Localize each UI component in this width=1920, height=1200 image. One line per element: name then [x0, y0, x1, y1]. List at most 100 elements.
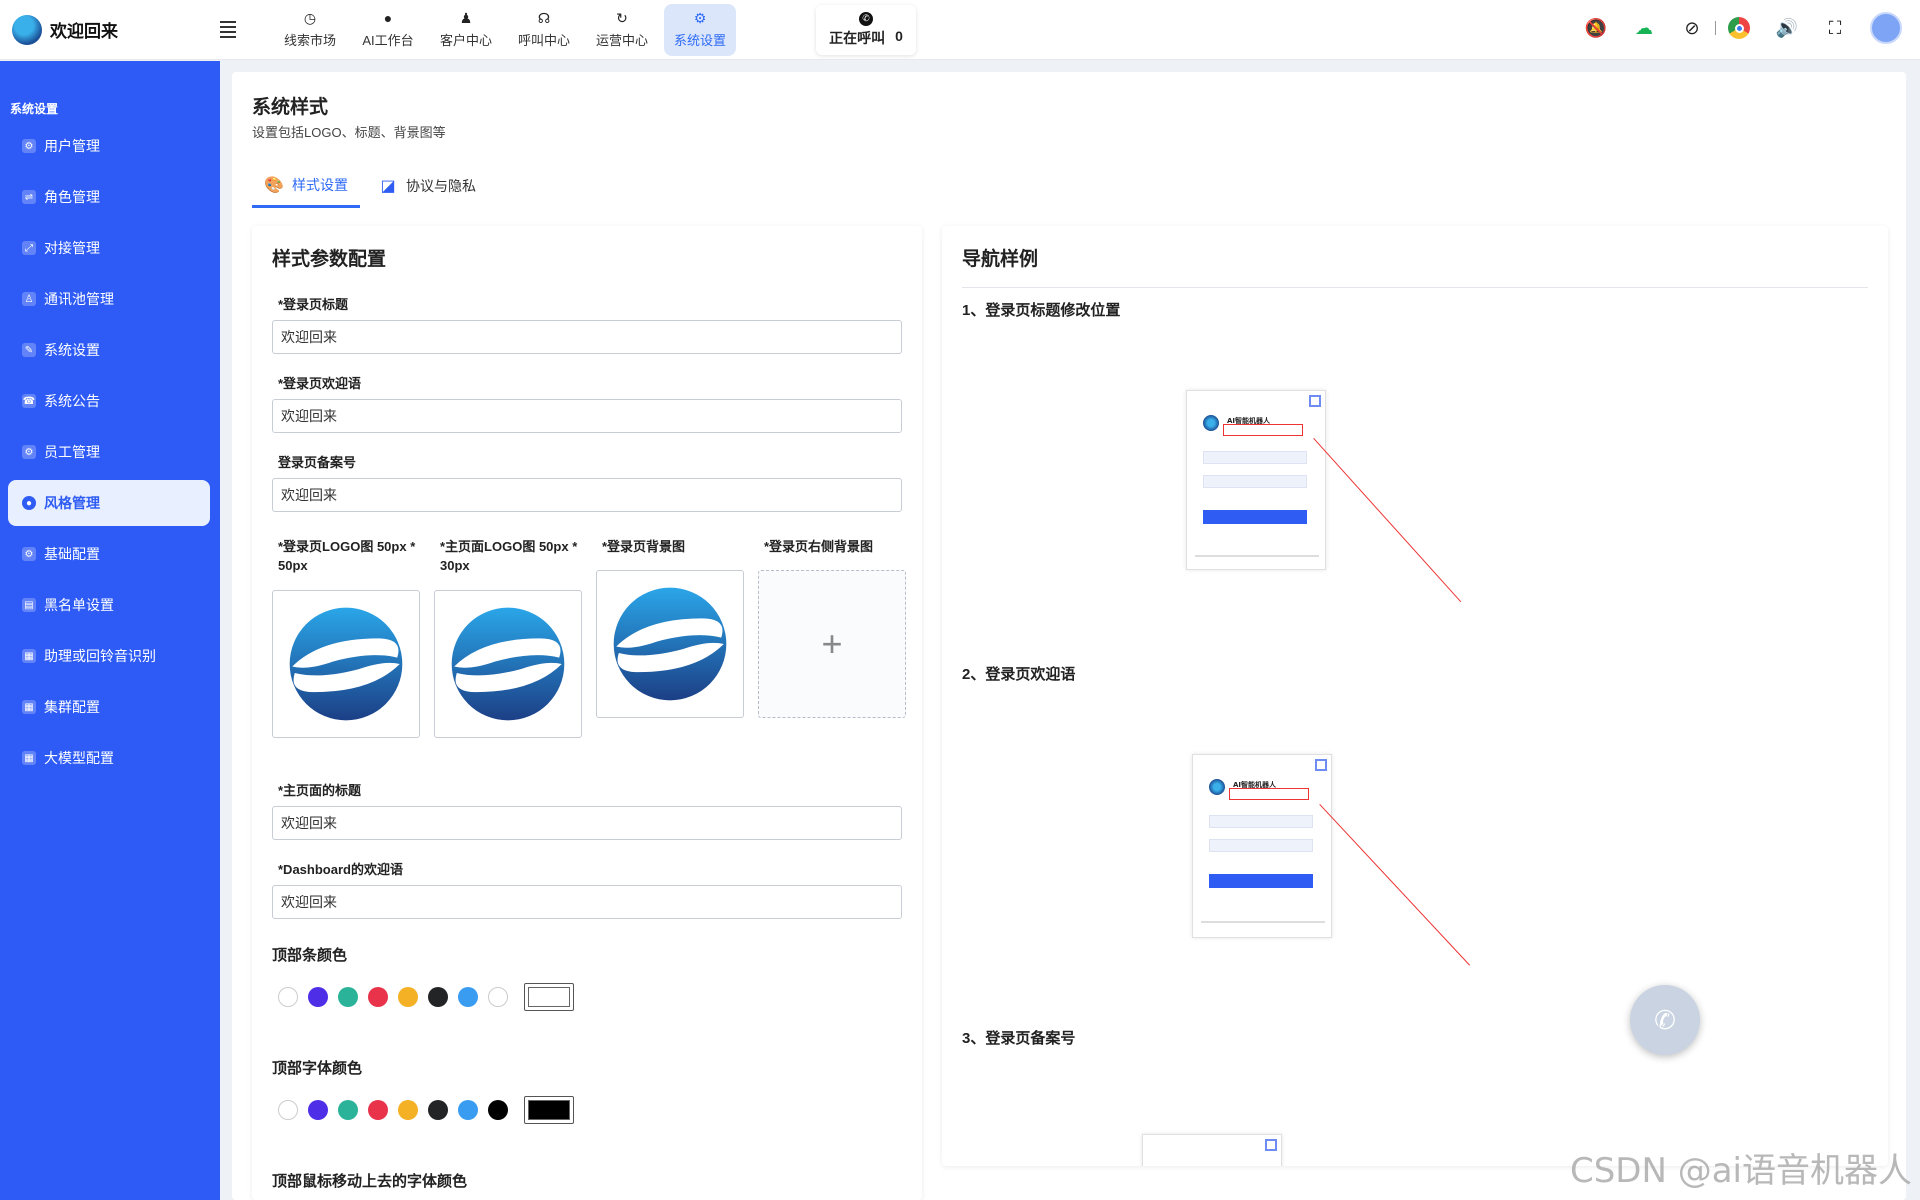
style-config-card: 样式参数配置 *登录页标题 *登录页欢迎语 登录页备案号 *登录页LOGO图 5…: [252, 226, 922, 1200]
pointer-arrow: [1319, 804, 1471, 966]
sidebar-item-staff[interactable]: ⚙ 员工管理: [8, 429, 210, 475]
sidebar-item-label: 用户管理: [44, 138, 100, 154]
thumbnail-field: [1209, 839, 1313, 852]
volume-icon[interactable]: 🔊: [1774, 15, 1800, 41]
highlight-box: [1223, 424, 1303, 436]
color-swatch[interactable]: [368, 1100, 388, 1120]
color-swatch[interactable]: [278, 987, 298, 1007]
login-right-bg-upload[interactable]: +: [758, 570, 906, 718]
logo-image: [451, 607, 565, 721]
color-swatch[interactable]: [338, 987, 358, 1007]
menu-toggle-icon[interactable]: [220, 18, 244, 42]
sidebar-item-label: 集群配置: [44, 699, 100, 715]
sidebar-item-label: 系统设置: [44, 342, 100, 358]
call-status-widget[interactable]: ✆ 正在呼叫 0: [816, 4, 916, 55]
topnav-label: AI工作台: [362, 33, 414, 48]
sidebar-item-label: 角色管理: [44, 189, 100, 205]
color-swatch[interactable]: [458, 1100, 478, 1120]
topnav-item-operations[interactable]: ↻ 运营中心: [586, 4, 658, 56]
color-picker[interactable]: [524, 1096, 574, 1124]
color-swatch[interactable]: [488, 987, 508, 1007]
color-picker[interactable]: [524, 983, 574, 1011]
cloud-upload-icon[interactable]: ☁: [1631, 15, 1657, 41]
sidebar-item-label: 黑名单设置: [44, 597, 114, 613]
palette-icon: 🎨: [264, 176, 284, 194]
login-welcome-input[interactable]: [272, 399, 902, 433]
grid-icon: ▦: [22, 751, 36, 765]
sidebar-item-label: 风格管理: [44, 495, 100, 511]
login-preview-thumbnail: [1142, 1134, 1282, 1166]
topnav-label: 呼叫中心: [517, 33, 570, 48]
topnav-item-leads[interactable]: ◷ 线索市场: [274, 4, 346, 56]
topnav-label: 运营中心: [595, 33, 648, 48]
pool-icon: ♙: [22, 292, 36, 306]
divider: [1715, 21, 1716, 35]
login-welcome-label: *登录页欢迎语: [278, 376, 362, 391]
sidebar-item-user-management[interactable]: ⚙ 用户管理: [8, 123, 210, 169]
color-swatch[interactable]: [458, 987, 478, 1007]
main-logo-upload[interactable]: [434, 590, 582, 738]
sidebar-item-label: 助理或回铃音识别: [44, 648, 156, 664]
topnav-item-settings[interactable]: ⚙ 系统设置: [664, 3, 736, 56]
bell-off-icon[interactable]: 🔕: [1583, 15, 1609, 41]
color-swatch[interactable]: [368, 987, 388, 1007]
sidebar-item-basic-config[interactable]: ⚙ 基础配置: [8, 531, 210, 577]
color-swatch[interactable]: [428, 987, 448, 1007]
sidebar-item-ringback-detection[interactable]: ▦ 助理或回铃音识别: [8, 633, 210, 679]
brand: 欢迎回来: [0, 14, 220, 45]
sidebar-item-announcements[interactable]: ☎ 系统公告: [8, 378, 210, 424]
sidebar-item-cluster-config[interactable]: ▦ 集群配置: [8, 684, 210, 730]
page-title: 系统样式: [252, 97, 329, 118]
login-logo-upload[interactable]: [272, 590, 420, 738]
sidebar-item-role-management[interactable]: ⇌ 角色管理: [8, 174, 210, 220]
sidebar-item-llm-config[interactable]: ▦ 大模型配置: [8, 735, 210, 781]
hangup-call-button[interactable]: ✆: [1630, 985, 1700, 1055]
topnav-item-ai[interactable]: ● AI工作台: [352, 4, 424, 56]
brand-logo: [12, 14, 42, 45]
sidebar-item-integration[interactable]: ⤢ 对接管理: [8, 225, 210, 271]
sidebar-item-label: 系统公告: [44, 393, 100, 409]
tab-agreement-privacy[interactable]: ◪ 协议与隐私: [366, 164, 488, 208]
chrome-icon[interactable]: [1726, 15, 1752, 41]
style-icon: ●: [22, 496, 36, 510]
color-swatch[interactable]: [308, 987, 328, 1007]
block-icon[interactable]: ⊘: [1679, 15, 1705, 41]
login-title-label: *登录页标题: [278, 297, 349, 312]
sidebar: 系统设置 ⚙ 用户管理 ⇌ 角色管理 ⤢ 对接管理 ♙ 通讯池管理 ✎ 系统设置 ☎ 系统公…: [0, 61, 220, 1200]
color-swatch[interactable]: [338, 1100, 358, 1120]
color-swatch[interactable]: [488, 1100, 508, 1120]
login-title-input[interactable]: [272, 320, 902, 354]
login-preview-thumbnail: AI智能机器人: [1192, 754, 1332, 938]
thumbnail-button: [1203, 510, 1307, 524]
topbar-color-swatches: [278, 983, 574, 1011]
login-bg-upload[interactable]: [596, 570, 744, 718]
fullscreen-icon[interactable]: ⛶: [1822, 15, 1848, 41]
app-title: 欢迎回来: [50, 22, 118, 41]
color-swatch[interactable]: [398, 987, 418, 1007]
main-logo-label: *主页面LOGO图 50px * 30px: [440, 539, 578, 573]
topbar-font-color-label: 顶部字体颜色: [272, 1060, 363, 1077]
avatar[interactable]: [1870, 12, 1902, 44]
login-record-input[interactable]: [272, 478, 902, 512]
tab-style-settings[interactable]: 🎨 样式设置: [252, 164, 360, 208]
sidebar-item-label: 基础配置: [44, 546, 100, 562]
topnav-item-customers[interactable]: ♟ 客户中心: [430, 4, 502, 56]
topnav-item-call-center[interactable]: ☊ 呼叫中心: [508, 4, 580, 56]
main-title-input[interactable]: [272, 806, 902, 840]
login-bg-label: *登录页背景图: [602, 539, 686, 554]
sample-label-3: 3、登录页备案号: [962, 1030, 1076, 1047]
tab-label: 协议与隐私: [406, 178, 476, 194]
color-swatch[interactable]: [398, 1100, 418, 1120]
sidebar-item-comm-pool[interactable]: ♙ 通讯池管理: [8, 276, 210, 322]
headset-icon: ☊: [537, 10, 551, 26]
sidebar-item-system-settings[interactable]: ✎ 系统设置: [8, 327, 210, 373]
card-title: 样式参数配置: [272, 249, 387, 270]
color-swatch[interactable]: [278, 1100, 298, 1120]
call-status-label: 正在呼叫: [829, 29, 886, 46]
sidebar-item-blacklist[interactable]: ▤ 黑名单设置: [8, 582, 210, 628]
sidebar-item-style-management[interactable]: ● 风格管理: [8, 480, 210, 526]
qr-icon: [1309, 395, 1321, 407]
color-swatch[interactable]: [428, 1100, 448, 1120]
dashboard-welcome-input[interactable]: [272, 885, 902, 919]
color-swatch[interactable]: [308, 1100, 328, 1120]
